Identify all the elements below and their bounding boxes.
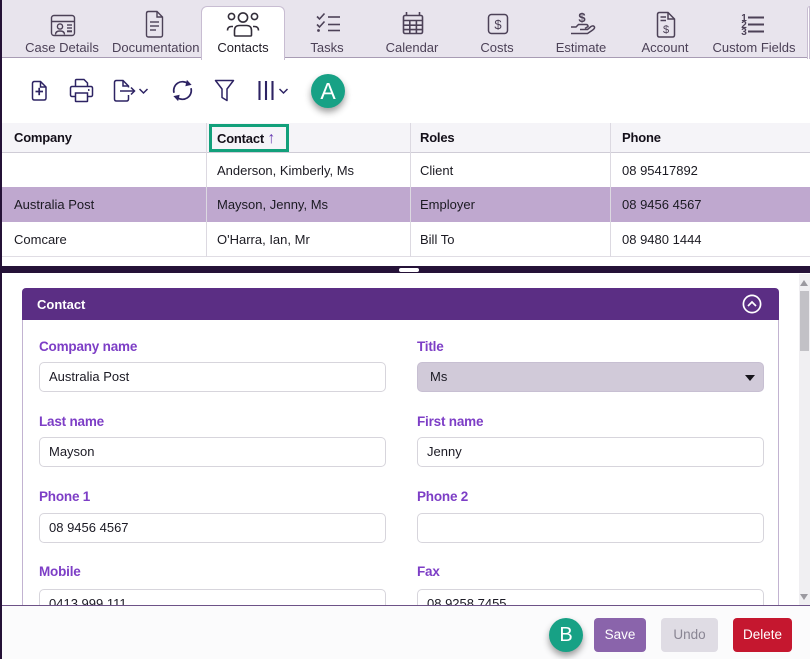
svg-text:$: $ (494, 17, 502, 32)
svg-text:$: $ (663, 24, 669, 36)
svg-text:$: $ (578, 10, 586, 25)
svg-text:3: 3 (741, 27, 747, 38)
